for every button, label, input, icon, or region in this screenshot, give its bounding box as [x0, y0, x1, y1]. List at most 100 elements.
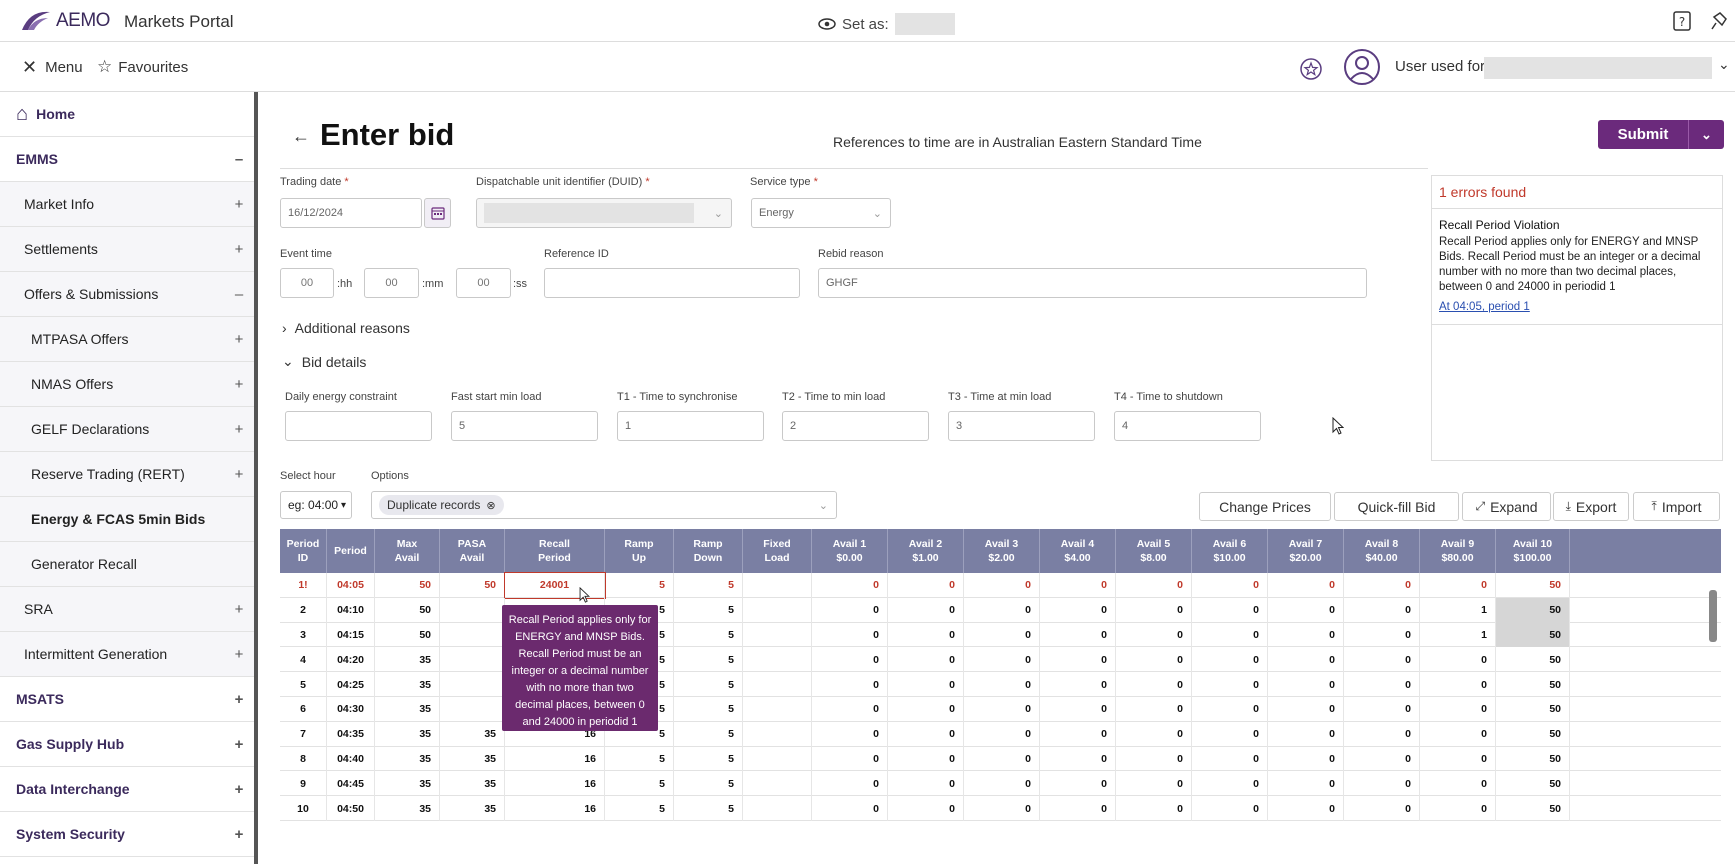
sidebar-item-market-info[interactable]: Market Info +: [0, 182, 254, 227]
table-cell[interactable]: 0: [888, 647, 964, 673]
table-cell[interactable]: 0: [1116, 721, 1192, 747]
table-cell[interactable]: 0: [1268, 647, 1344, 673]
table-cell[interactable]: [743, 622, 812, 648]
chip-remove-icon[interactable]: ⊗: [486, 499, 495, 512]
sidebar-item-msats[interactable]: MSATS +: [0, 677, 254, 722]
table-cell[interactable]: 50: [375, 573, 440, 598]
table-cell[interactable]: 0: [1344, 622, 1420, 648]
help-icon[interactable]: ?: [1672, 11, 1692, 31]
aemo-logo[interactable]: AEMO: [20, 8, 110, 34]
table-cell[interactable]: 0: [1192, 746, 1268, 772]
t1-input[interactable]: 1: [617, 411, 764, 441]
table-cell[interactable]: 35: [440, 721, 505, 747]
table-cell[interactable]: 0: [1268, 721, 1344, 747]
table-cell[interactable]: 0: [1116, 771, 1192, 797]
table-cell[interactable]: 0: [812, 597, 888, 623]
table-cell[interactable]: 0: [1040, 721, 1116, 747]
table-cell[interactable]: 0: [1116, 573, 1192, 598]
table-cell[interactable]: 5: [674, 647, 743, 673]
table-cell[interactable]: [440, 672, 505, 697]
table-cell[interactable]: 0: [1192, 771, 1268, 797]
table-cell[interactable]: 5: [674, 746, 743, 772]
table-cell[interactable]: 16: [505, 746, 605, 772]
table-cell[interactable]: 0: [1344, 573, 1420, 598]
table-cell[interactable]: 50: [1496, 622, 1570, 648]
expand-icon[interactable]: +: [224, 646, 254, 663]
table-cell[interactable]: 5: [674, 672, 743, 697]
table-cell[interactable]: 35: [375, 746, 440, 772]
table-cell[interactable]: 1: [1420, 622, 1496, 648]
table-cell[interactable]: 0: [888, 672, 964, 697]
table-cell[interactable]: 0: [964, 597, 1040, 623]
expand-icon[interactable]: +: [224, 826, 254, 843]
table-cell[interactable]: 0: [1268, 771, 1344, 797]
table-cell[interactable]: 5: [674, 573, 743, 598]
sidebar-item-system-security[interactable]: System Security +: [0, 812, 254, 857]
table-cell[interactable]: 50: [1496, 771, 1570, 797]
table-cell[interactable]: 5: [674, 697, 743, 722]
table-cell[interactable]: 0: [1040, 622, 1116, 648]
table-cell[interactable]: 0: [964, 622, 1040, 648]
table-cell[interactable]: 0: [812, 697, 888, 722]
expand-icon[interactable]: +: [224, 196, 254, 213]
sidebar-item-intermittent-generation[interactable]: Intermittent Generation +: [0, 632, 254, 677]
table-cell[interactable]: 0: [1420, 771, 1496, 797]
table-cell[interactable]: 50: [1496, 597, 1570, 623]
table-cell[interactable]: 0: [812, 796, 888, 821]
menu-button[interactable]: ✕ Menu: [22, 57, 83, 78]
sidebar-item-mtpasa-offers[interactable]: MTPASA Offers +: [0, 317, 254, 362]
bid-details-toggle[interactable]: ⌄ Bid details: [282, 353, 366, 370]
table-cell[interactable]: 0: [812, 771, 888, 797]
table-cell[interactable]: 0: [1192, 622, 1268, 648]
options-select[interactable]: Duplicate records ⊗ ⌄: [371, 491, 837, 519]
table-cell[interactable]: 0: [1040, 672, 1116, 697]
table-cell[interactable]: [743, 721, 812, 747]
table-cell[interactable]: 50: [1496, 721, 1570, 747]
table-cell[interactable]: 35: [440, 771, 505, 797]
fast-start-input[interactable]: 5: [451, 411, 598, 441]
sidebar-item-gelf-declarations[interactable]: GELF Declarations +: [0, 407, 254, 452]
table-cell[interactable]: 50: [1496, 647, 1570, 673]
quick-fill-button[interactable]: Quick-fill Bid: [1334, 492, 1459, 521]
table-cell[interactable]: 0: [888, 697, 964, 722]
table-cell[interactable]: 0: [1420, 647, 1496, 673]
table-cell[interactable]: 0: [1420, 796, 1496, 821]
table-cell[interactable]: 0: [964, 721, 1040, 747]
export-button[interactable]: ⤓ Export: [1553, 492, 1629, 521]
table-cell[interactable]: [743, 796, 812, 821]
table-cell[interactable]: 0: [1344, 771, 1420, 797]
table-cell[interactable]: 0: [1268, 672, 1344, 697]
table-cell[interactable]: 0: [1192, 597, 1268, 623]
table-cell[interactable]: 0: [1268, 622, 1344, 648]
table-cell[interactable]: 35: [375, 672, 440, 697]
table-cell[interactable]: 0: [1268, 746, 1344, 772]
table-cell[interactable]: 0: [1192, 796, 1268, 821]
table-cell[interactable]: 35: [440, 746, 505, 772]
trading-date-input[interactable]: 16/12/2024: [280, 198, 422, 228]
table-cell[interactable]: 0: [812, 721, 888, 747]
avatar-icon[interactable]: [1343, 48, 1381, 86]
sidebar-item-data-interchange[interactable]: Data Interchange +: [0, 767, 254, 812]
table-cell[interactable]: 0: [888, 622, 964, 648]
error-link[interactable]: At 04:05, period 1: [1439, 301, 1530, 313]
table-cell[interactable]: 50: [1496, 573, 1570, 598]
table-cell[interactable]: 0: [1192, 647, 1268, 673]
expand-icon[interactable]: +: [224, 781, 254, 798]
table-cell[interactable]: 0: [888, 721, 964, 747]
table-cell[interactable]: 35: [375, 771, 440, 797]
sidebar-item-reserve-trading-rert[interactable]: Reserve Trading (RERT) +: [0, 452, 254, 497]
table-cell[interactable]: 0: [1116, 647, 1192, 673]
table-cell[interactable]: [743, 697, 812, 722]
sidebar-item-generator-recall[interactable]: Generator Recall: [0, 542, 254, 587]
table-cell[interactable]: 35: [375, 796, 440, 821]
table-cell[interactable]: 0: [1344, 597, 1420, 623]
duplicate-records-chip[interactable]: Duplicate records ⊗: [379, 495, 504, 515]
table-cell[interactable]: 0: [1116, 697, 1192, 722]
table-cell[interactable]: 0: [1040, 746, 1116, 772]
table-cell[interactable]: 5: [674, 597, 743, 623]
expand-icon[interactable]: +: [224, 601, 254, 618]
submit-dropdown[interactable]: ⌄: [1688, 120, 1724, 149]
sidebar-item-home[interactable]: ⌂ Home: [0, 92, 254, 137]
expand-icon[interactable]: +: [224, 376, 254, 393]
table-cell[interactable]: 0: [888, 771, 964, 797]
